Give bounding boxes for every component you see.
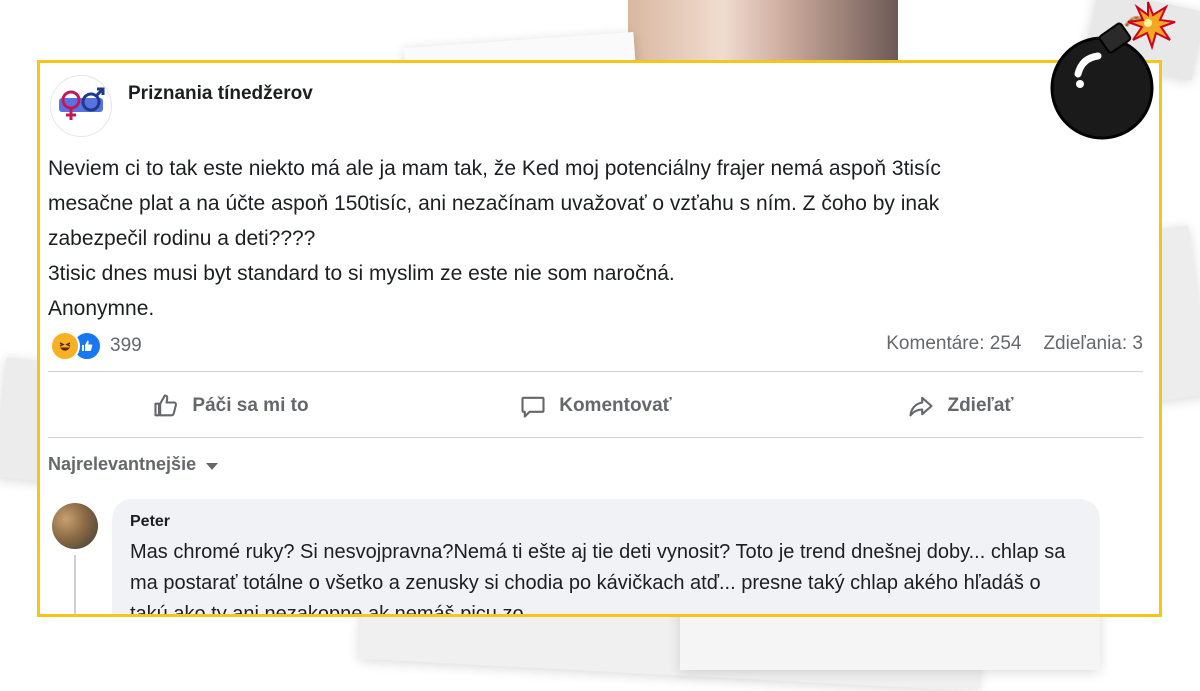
reactions-summary[interactable]: 399 — [50, 331, 142, 361]
page-logo-icon[interactable] — [50, 75, 112, 137]
comment-bubble: Peter Mas chromé ruky? Si nesvojpravna?N… — [112, 499, 1100, 617]
thread-line — [74, 555, 76, 614]
comment-sort-label: Najrelevantnejšie — [48, 454, 197, 474]
background-photo — [628, 0, 898, 62]
share-icon — [909, 396, 934, 417]
divider — [48, 371, 1143, 372]
divider — [48, 437, 1143, 438]
facebook-post-card: Priznania tínedžerov Neviem ci to tak es… — [37, 60, 1162, 617]
comment-button-label: Komentovať — [559, 395, 672, 416]
comment-count-link[interactable]: Komentáre: 254 — [886, 333, 1021, 354]
page-name[interactable]: Priznania tínedžerov — [128, 83, 313, 105]
share-button-label: Zdieľať — [947, 395, 1014, 416]
comment-author-name[interactable]: Peter — [130, 513, 1082, 531]
post-counts: Komentáre: 254 Zdieľania: 3 — [886, 333, 1143, 355]
like-button[interactable]: Páči sa mi to — [48, 383, 413, 429]
thumbs-up-icon — [154, 394, 178, 417]
comment-button[interactable]: Komentovať — [413, 383, 778, 429]
comment-sort-dropdown[interactable]: Najrelevantnejšie — [48, 454, 219, 475]
comment-text: Mas chromé ruky? Si nesvojpravna?Nemá ti… — [130, 541, 1066, 617]
bomb-icon — [1050, 1, 1176, 140]
share-button[interactable]: Zdieľať — [778, 383, 1143, 429]
chevron-down-icon — [206, 462, 219, 470]
post-text: Neviem ci to tak este niekto má ale ja m… — [48, 157, 941, 320]
comment-icon — [521, 396, 545, 418]
reaction-count: 399 — [110, 335, 142, 356]
like-button-label: Páči sa mi to — [192, 395, 309, 416]
post-action-bar: Páči sa mi to Komentovať Zdieľať — [48, 383, 1143, 429]
share-count-link[interactable]: Zdieľania: 3 — [1043, 333, 1143, 354]
haha-icon — [50, 331, 80, 361]
comment-author-avatar[interactable] — [52, 503, 98, 549]
post-header: Priznania tínedžerov — [50, 75, 313, 137]
